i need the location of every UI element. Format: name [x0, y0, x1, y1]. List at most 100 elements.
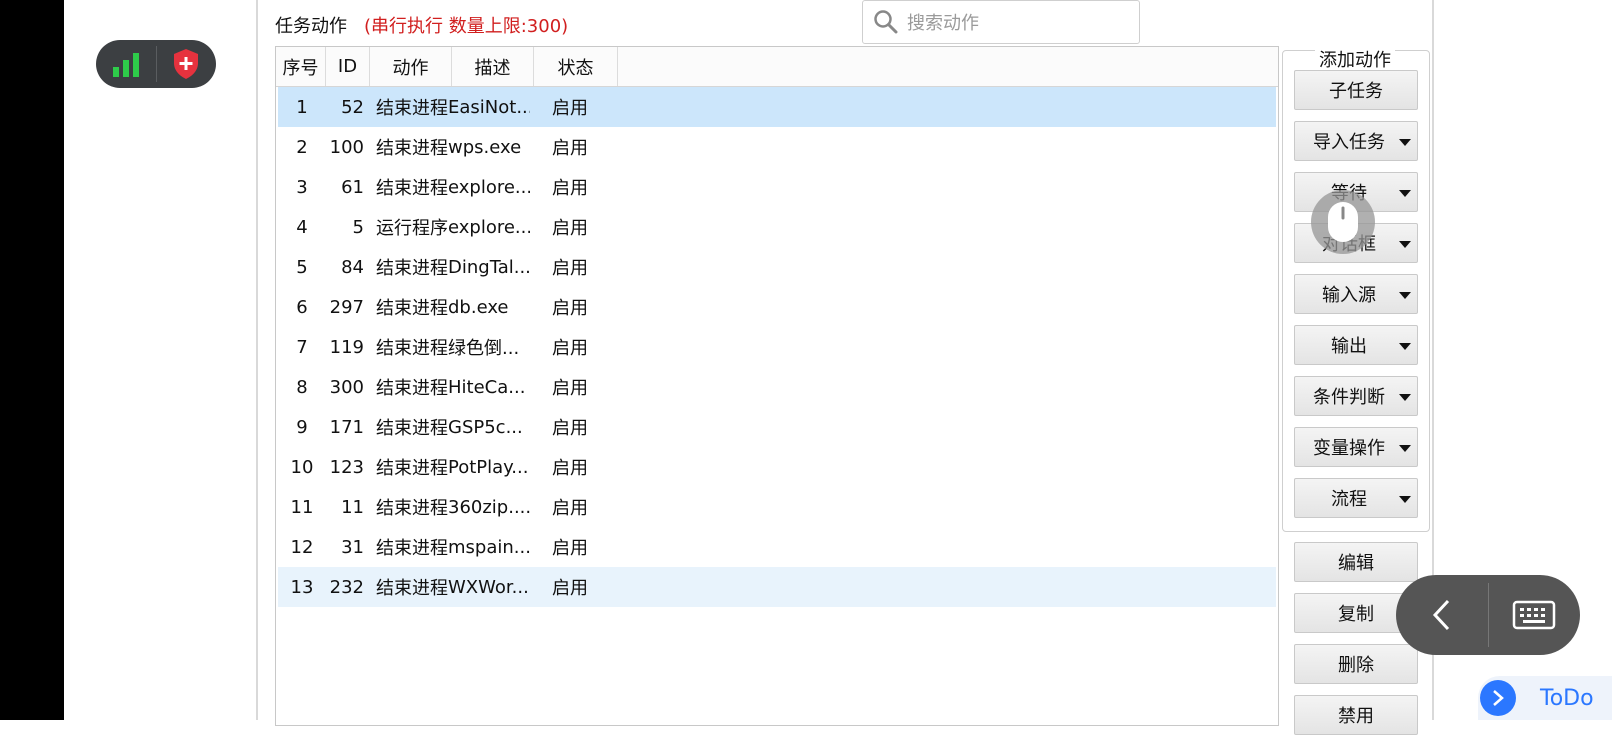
cell-action: 结束进程	[376, 458, 448, 479]
cell-seq: 6	[296, 296, 308, 318]
table-row[interactable]: 9 171 结束进程 GSP5c... 启用	[278, 407, 1276, 447]
cell-action: 结束进程	[376, 98, 448, 119]
todo-label: ToDo	[1540, 685, 1594, 711]
cell-seq: 11	[290, 496, 314, 518]
cell-status: 启用	[552, 138, 588, 159]
input-source-label: 输入源	[1322, 285, 1376, 306]
cell-id: 100	[329, 136, 364, 158]
table-row[interactable]: 13 232 结束进程 WXWor... 启用	[278, 567, 1276, 607]
col-seq[interactable]: 序号	[276, 47, 326, 86]
dropdown-arrow-icon	[1399, 190, 1411, 197]
cell-seq: 4	[296, 216, 308, 238]
cell-seq: 1	[296, 96, 308, 118]
cell-desc: GSP5c...	[448, 416, 523, 438]
cell-id: 84	[341, 256, 364, 278]
cell-id: 11	[341, 496, 364, 518]
cell-seq: 3	[296, 176, 308, 198]
section-title: 任务动作	[275, 16, 347, 37]
dropdown-arrow-icon	[1399, 241, 1411, 248]
table-row[interactable]: 1 52 结束进程 EasiNot... 启用	[278, 87, 1276, 127]
disable-label: 禁用	[1338, 706, 1374, 727]
table-row[interactable]: 2 100 结束进程 wps.exe 启用	[278, 127, 1276, 167]
cell-action: 结束进程	[376, 378, 448, 399]
table-row[interactable]: 5 84 结束进程 DingTal... 启用	[278, 247, 1276, 287]
cell-seq: 8	[296, 376, 308, 398]
cell-desc: WXWor...	[448, 576, 529, 598]
dropdown-arrow-icon	[1399, 139, 1411, 146]
import-task-button[interactable]: 导入任务	[1294, 121, 1418, 161]
dropdown-arrow-icon	[1399, 343, 1411, 350]
cell-status: 启用	[552, 218, 588, 239]
app-left-border	[256, 0, 258, 720]
back-chevron-icon[interactable]	[1396, 575, 1488, 655]
disable-button[interactable]: 禁用	[1294, 695, 1418, 735]
cell-status: 启用	[552, 498, 588, 519]
table-row[interactable]: 7 119 结束进程 绿色倒... 启用	[278, 327, 1276, 367]
cell-id: 119	[329, 336, 364, 358]
cell-desc: 绿色倒...	[448, 338, 520, 359]
add-action-title: 添加动作	[1315, 46, 1395, 72]
todo-widget[interactable]: ToDo	[1478, 676, 1612, 720]
dropdown-arrow-icon	[1399, 445, 1411, 452]
dropdown-arrow-icon	[1399, 496, 1411, 503]
col-id[interactable]: ID	[326, 47, 370, 86]
cell-seq: 2	[296, 136, 308, 158]
chevron-right-icon[interactable]	[1480, 680, 1516, 716]
cell-id: 297	[329, 296, 364, 318]
output-button[interactable]: 输出	[1294, 325, 1418, 365]
variable-button[interactable]: 变量操作	[1294, 427, 1418, 467]
cell-action: 结束进程	[376, 538, 448, 559]
col-status[interactable]: 状态	[534, 47, 618, 86]
cell-seq: 5	[296, 256, 308, 278]
cell-status: 启用	[552, 418, 588, 439]
shield-icon[interactable]	[156, 40, 216, 88]
cell-action: 结束进程	[376, 298, 448, 319]
flow-button[interactable]: 流程	[1294, 478, 1418, 518]
table-row[interactable]: 11 11 结束进程 360zip.... 启用	[278, 487, 1276, 527]
cell-status: 启用	[552, 338, 588, 359]
table-row[interactable]: 3 61 结束进程 explore... 启用	[278, 167, 1276, 207]
cell-action: 结束进程	[376, 418, 448, 439]
cell-status: 启用	[552, 298, 588, 319]
variable-label: 变量操作	[1313, 438, 1385, 459]
condition-button[interactable]: 条件判断	[1294, 376, 1418, 416]
col-desc[interactable]: 描述	[452, 47, 534, 86]
cell-status: 启用	[552, 98, 588, 119]
cell-status: 启用	[552, 258, 588, 279]
section-subtitle: (串行执行 数量上限:300)	[364, 16, 569, 37]
cell-action: 结束进程	[376, 138, 448, 159]
table-row[interactable]: 6 297 结束进程 db.exe 启用	[278, 287, 1276, 327]
mouse-icon[interactable]	[1311, 190, 1375, 254]
cell-status: 启用	[552, 378, 588, 399]
cell-id: 52	[341, 96, 364, 118]
table-row[interactable]: 10 123 结束进程 PotPlay... 启用	[278, 447, 1276, 487]
cell-id: 31	[341, 536, 364, 558]
table-row[interactable]: 4 5 运行程序 explore... 启用	[278, 207, 1276, 247]
table-row[interactable]: 12 31 结束进程 mspain... 启用	[278, 527, 1276, 567]
col-action[interactable]: 动作	[370, 47, 452, 86]
cell-status: 启用	[552, 178, 588, 199]
cell-action: 运行程序	[376, 218, 448, 239]
cell-seq: 13	[290, 576, 314, 598]
actions-table[interactable]: 序号 ID 动作 描述 状态 1 52 结束进程 EasiNot... 启用 2…	[275, 46, 1279, 726]
keyboard-icon[interactable]	[1489, 575, 1581, 655]
search-input[interactable]: 搜索动作	[862, 0, 1140, 44]
cell-id: 171	[329, 416, 364, 438]
status-pill[interactable]	[96, 40, 216, 88]
cell-action: 结束进程	[376, 178, 448, 199]
cell-desc: db.exe	[448, 296, 509, 318]
cell-desc: EasiNot...	[448, 96, 530, 118]
cell-seq: 7	[296, 336, 308, 358]
cell-id: 232	[329, 576, 364, 598]
cell-action: 结束进程	[376, 498, 448, 519]
table-row[interactable]: 8 300 结束进程 HiteCa... 启用	[278, 367, 1276, 407]
cell-id: 300	[329, 376, 364, 398]
cell-action: 结束进程	[376, 578, 448, 599]
cell-seq: 10	[290, 456, 314, 478]
flow-label: 流程	[1331, 489, 1367, 510]
signal-icon[interactable]	[96, 40, 156, 88]
condition-label: 条件判断	[1313, 387, 1385, 408]
subtask-button[interactable]: 子任务	[1294, 70, 1418, 110]
cell-desc: explore...	[448, 176, 530, 198]
input-source-button[interactable]: 输入源	[1294, 274, 1418, 314]
